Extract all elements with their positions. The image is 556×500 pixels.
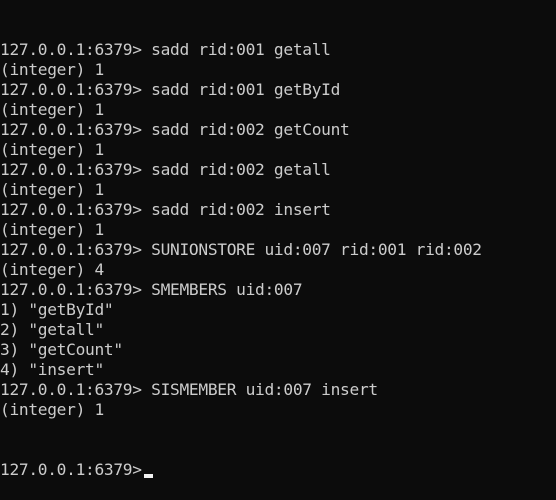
output-line: (integer) 1 xyxy=(0,220,556,240)
output-line: (integer) 1 xyxy=(0,180,556,200)
output-text: (integer) 1 xyxy=(0,220,104,239)
command-line: 127.0.0.1:6379> SMEMBERS uid:007 xyxy=(0,280,556,300)
command-text: sadd rid:001 getall xyxy=(151,40,331,59)
prompt: 127.0.0.1:6379> xyxy=(0,80,142,99)
output-text: (integer) 4 xyxy=(0,260,104,279)
prompt: 127.0.0.1:6379> xyxy=(0,40,142,59)
command-line: 127.0.0.1:6379> SISMEMBER uid:007 insert xyxy=(0,380,556,400)
output-text: (integer) 1 xyxy=(0,60,104,79)
prompt: 127.0.0.1:6379> xyxy=(0,280,142,299)
command-line: 127.0.0.1:6379> SUNIONSTORE uid:007 rid:… xyxy=(0,240,556,260)
output-line: (integer) 4 xyxy=(0,260,556,280)
command-text: SMEMBERS uid:007 xyxy=(151,280,303,299)
prompt: 127.0.0.1:6379> xyxy=(0,200,142,219)
output-text: (integer) 1 xyxy=(0,140,104,159)
command-line: 127.0.0.1:6379> sadd rid:002 insert xyxy=(0,200,556,220)
command-line: 127.0.0.1:6379> sadd rid:002 getCount xyxy=(0,120,556,140)
output-text: 4) "insert" xyxy=(0,360,104,379)
command-text: SISMEMBER uid:007 insert xyxy=(151,380,378,399)
output-line: 3) "getCount" xyxy=(0,340,556,360)
command-text: SUNIONSTORE uid:007 rid:001 rid:002 xyxy=(151,240,482,259)
command-text: sadd rid:002 getall xyxy=(151,160,331,179)
prompt: 127.0.0.1:6379> xyxy=(0,460,142,479)
command-text: sadd rid:002 getCount xyxy=(151,120,350,139)
output-line: 4) "insert" xyxy=(0,360,556,380)
prompt: 127.0.0.1:6379> xyxy=(0,160,142,179)
output-text: 3) "getCount" xyxy=(0,340,123,359)
output-line: (integer) 1 xyxy=(0,100,556,120)
prompt: 127.0.0.1:6379> xyxy=(0,240,142,259)
prompt: 127.0.0.1:6379> xyxy=(0,380,142,399)
output-text: (integer) 1 xyxy=(0,180,104,199)
command-line: 127.0.0.1:6379> sadd rid:001 getall xyxy=(0,40,556,60)
output-line: 1) "getById" xyxy=(0,300,556,320)
output-text: 2) "getall" xyxy=(0,320,104,339)
output-line: (integer) 1 xyxy=(0,400,556,420)
terminal-window[interactable]: 127.0.0.1:6379> sadd rid:001 getall (inte… xyxy=(0,0,556,479)
command-text: sadd rid:001 getById xyxy=(151,80,341,99)
output-text: (integer) 1 xyxy=(0,100,104,119)
terminal-output: 127.0.0.1:6379> sadd rid:001 getall (inte… xyxy=(0,40,556,420)
command-line: 127.0.0.1:6379> sadd rid:001 getById xyxy=(0,80,556,100)
text-cursor xyxy=(143,474,153,478)
prompt: 127.0.0.1:6379> xyxy=(0,120,142,139)
output-text: (integer) 1 xyxy=(0,400,104,419)
command-text: sadd rid:002 insert xyxy=(151,200,331,219)
terminal-input-line[interactable]: 127.0.0.1:6379> xyxy=(0,460,556,480)
output-line: (integer) 1 xyxy=(0,140,556,160)
command-line: 127.0.0.1:6379> sadd rid:002 getall xyxy=(0,160,556,180)
output-text: 1) "getById" xyxy=(0,300,114,319)
output-line: (integer) 1 xyxy=(0,60,556,80)
output-line: 2) "getall" xyxy=(0,320,556,340)
